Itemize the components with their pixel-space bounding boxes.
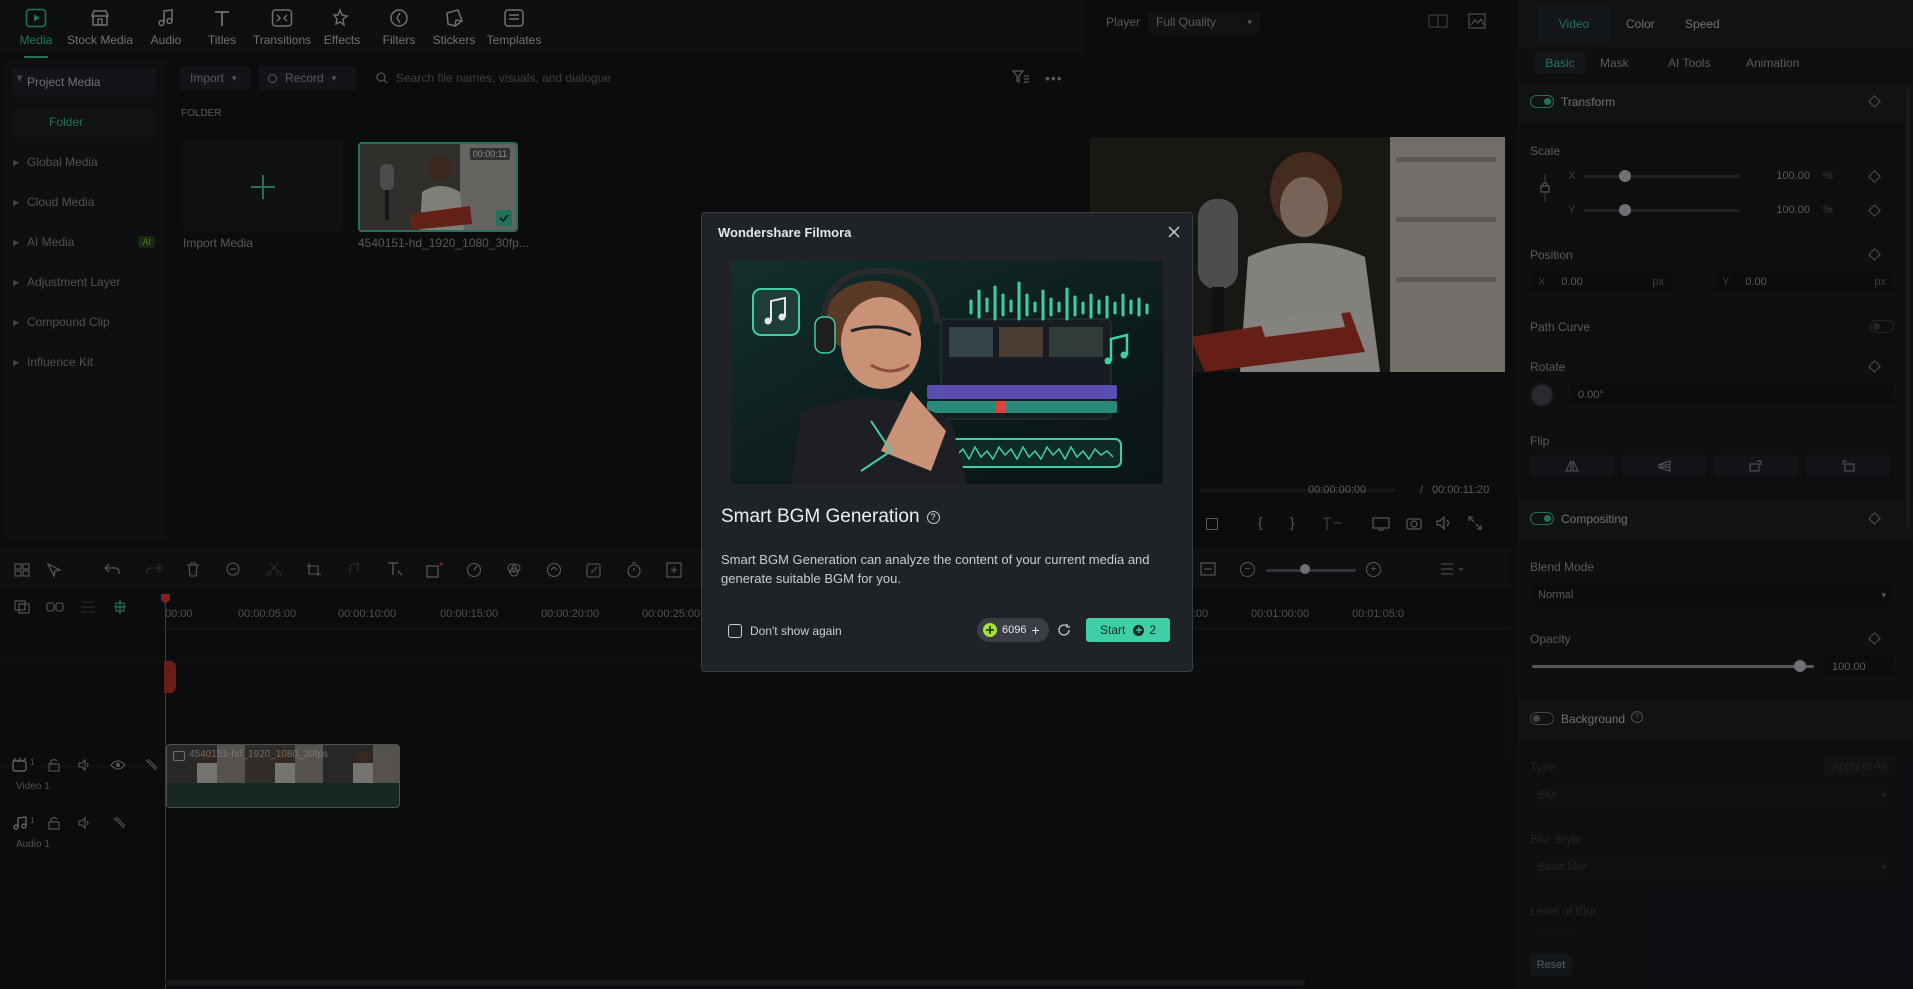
credit-coin-icon (1133, 624, 1145, 636)
smart-bgm-dialog: Wondershare Filmora Smart BGM Generation… (701, 212, 1193, 672)
credits-badge[interactable]: 6096 + (977, 618, 1049, 642)
dialog-title: Wondershare Filmora (718, 225, 852, 240)
start-label: Start (1099, 623, 1126, 637)
feature-description: Smart BGM Generation can analyze the con… (721, 552, 1150, 586)
close-icon[interactable] (1166, 224, 1182, 240)
dont-show-checkbox[interactable] (728, 624, 742, 638)
feature-heading: Smart BGM Generation ? (721, 506, 940, 528)
feature-heading-text: Smart BGM Generation (721, 506, 920, 527)
start-button[interactable]: Start 2 (1086, 618, 1170, 642)
credits-value: 6096 (1002, 624, 1027, 636)
refresh-icon[interactable] (1057, 623, 1071, 637)
start-cost: 2 (1149, 623, 1157, 637)
feature-illustration (731, 261, 1163, 484)
dont-show-label: Don't show again (750, 624, 842, 638)
add-credits-icon[interactable]: + (1031, 622, 1039, 638)
help-icon[interactable]: ? (926, 510, 940, 524)
credit-coin-icon (983, 623, 997, 637)
